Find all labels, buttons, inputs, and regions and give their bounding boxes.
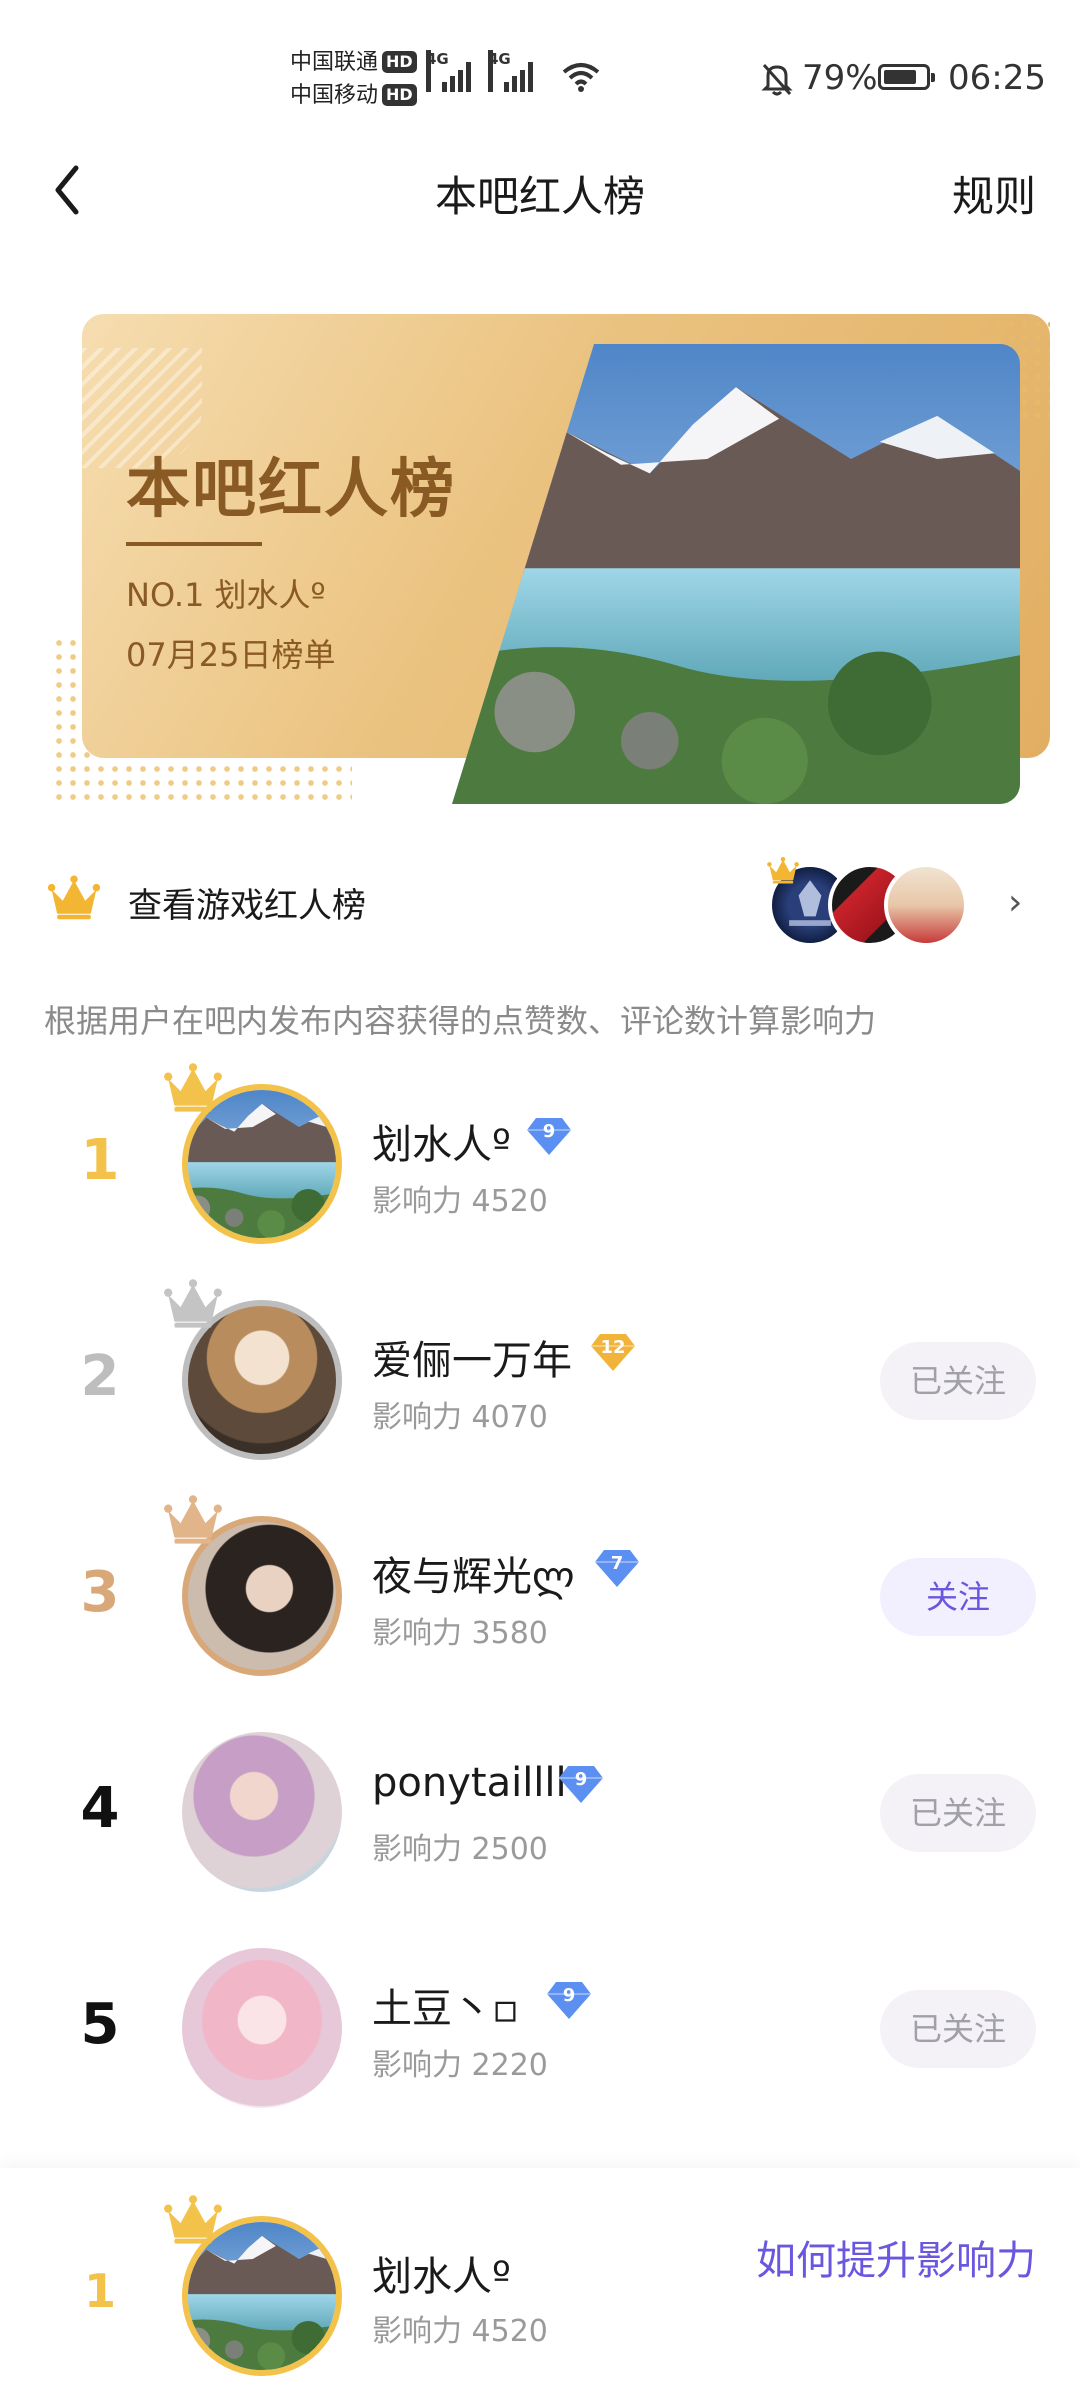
banner-date: 07月25日榜单 xyxy=(126,636,336,674)
username: 爱俪一万年 xyxy=(372,1338,572,1384)
battery-percent: 79% xyxy=(802,58,878,98)
crown-icon xyxy=(162,1062,224,1112)
influence-score: 影响力 3580 xyxy=(372,1616,548,1651)
level-badge: 7 xyxy=(594,1548,640,1588)
game-ranking-label: 查看游戏红人榜 xyxy=(128,886,366,926)
chevron-right-icon: › xyxy=(1008,882,1023,923)
carrier-2: 中国移动 xyxy=(290,83,379,108)
clock: 06:25 xyxy=(948,58,1046,98)
level-badge: 12 xyxy=(590,1332,636,1372)
crown-icon xyxy=(162,1278,224,1328)
ranking-row[interactable]: 2 爱俪一万年 12 影响力 4070 已关注 xyxy=(0,1280,1080,1480)
username: 土豆丶▫ xyxy=(372,1986,520,2032)
how-to-improve-link[interactable]: 如何提升影响力 xyxy=(756,2228,1036,2286)
carrier-labels: 中国联通 HD 中国移动 HD xyxy=(290,46,417,112)
ranking-row[interactable]: 4 ponytaillll 9 影响力 2500 已关注 xyxy=(0,1712,1080,1912)
signal-icon: 4G xyxy=(426,50,478,92)
level-badge: 9 xyxy=(558,1764,604,1804)
crown-icon xyxy=(162,1494,224,1544)
my-rank-number: 1 xyxy=(83,2264,116,2318)
level-number: 7 xyxy=(611,1553,624,1574)
mute-bell-icon xyxy=(761,63,793,96)
influence-score: 影响力 2220 xyxy=(372,2048,548,2083)
rank-number: 3 xyxy=(80,1560,120,1625)
rank-number: 4 xyxy=(80,1776,120,1841)
ranking-description: 根据用户在吧内发布内容获得的点赞数、评论数计算影响力 xyxy=(44,1002,877,1040)
battery-icon xyxy=(878,64,935,90)
level-badge: 9 xyxy=(526,1116,572,1156)
game-ranking-link[interactable]: 查看游戏红人榜 › xyxy=(0,848,1080,958)
status-bar: 中国联通 HD 中国移动 HD 4G 4G 79% 06:25 xyxy=(0,0,1080,140)
carrier-1: 中国联通 xyxy=(290,50,379,75)
hd-badge: HD xyxy=(382,51,417,73)
network-type: 4G xyxy=(488,50,511,92)
banner-title: 本吧红人榜 xyxy=(126,453,456,527)
ranking-row[interactable]: 3 夜与辉光ლ 7 影响力 3580 关注 xyxy=(0,1496,1080,1696)
crown-icon xyxy=(46,874,102,920)
level-number: 9 xyxy=(543,1121,556,1142)
avatar xyxy=(182,1732,342,1892)
level-number: 9 xyxy=(563,1985,576,2006)
following-button[interactable]: 已关注 xyxy=(880,1342,1036,1420)
network-type: 4G xyxy=(426,50,449,92)
wifi-icon xyxy=(562,63,600,92)
avatar xyxy=(884,863,968,947)
rank-number: 2 xyxy=(80,1344,120,1409)
username: 划水人º xyxy=(372,1112,511,1170)
ranking-row[interactable]: 1 划水人º 9 影响力 4520 xyxy=(0,1064,1080,1264)
rank-number: 1 xyxy=(80,1128,120,1193)
influence-score: 影响力 4070 xyxy=(372,1400,548,1435)
my-influence-score: 影响力 4520 xyxy=(372,2314,548,2349)
my-username: 划水人º xyxy=(372,2254,511,2300)
follow-button[interactable]: 关注 xyxy=(880,1558,1036,1636)
my-ranking-bar: 1 划水人º 影响力 4520 如何提升影响力 xyxy=(0,2168,1080,2400)
rank-number: 5 xyxy=(80,1992,120,2057)
level-number: 9 xyxy=(575,1769,588,1790)
banner-top-user: NO.1 划水人º xyxy=(126,576,326,614)
page-title: 本吧红人榜 xyxy=(434,172,645,221)
following-button[interactable]: 已关注 xyxy=(880,1990,1036,2068)
rules-button[interactable]: 规则 xyxy=(952,163,1036,224)
ranking-row[interactable]: 5 土豆丶▫ 9 影响力 2220 已关注 xyxy=(0,1928,1080,2128)
avatar xyxy=(182,1948,342,2108)
banner-divider xyxy=(126,542,262,546)
crown-icon xyxy=(766,856,800,884)
influence-score: 影响力 2500 xyxy=(372,1832,548,1867)
level-number: 12 xyxy=(600,1337,625,1358)
hd-badge: HD xyxy=(382,84,417,106)
crown-icon xyxy=(162,2194,224,2244)
following-button[interactable]: 已关注 xyxy=(880,1774,1036,1852)
username: ponytaillll xyxy=(372,1760,567,1806)
influence-score: 影响力 4520 xyxy=(372,1184,548,1219)
username-text: 划水人º xyxy=(372,1122,511,1168)
username: 夜与辉光ლ xyxy=(372,1554,575,1600)
level-badge: 9 xyxy=(546,1980,592,2020)
signal-icon: 4G xyxy=(488,50,540,92)
